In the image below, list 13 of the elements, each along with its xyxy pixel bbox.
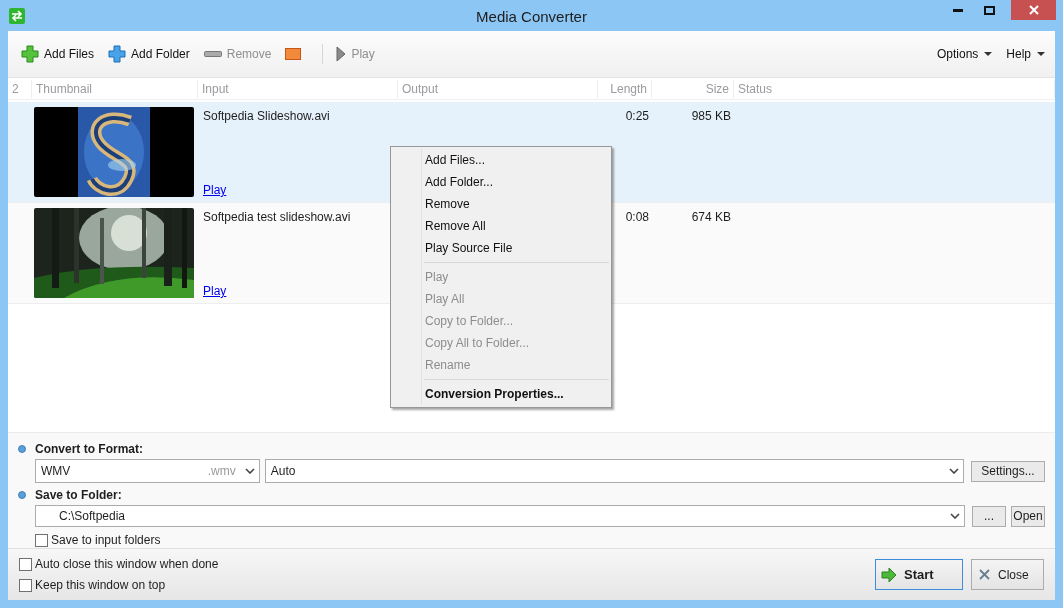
size-cell-text: 985 KB [691, 108, 731, 125]
checkbox-label: Save to input folders [51, 532, 161, 549]
size-cell-text: 674 KB [691, 209, 731, 226]
section-label: Convert to Format: [35, 441, 143, 458]
file-name: Softpedia Slideshow.avi [203, 108, 330, 125]
checkbox-label: Auto close this window when done [35, 556, 219, 573]
length-cell-text: 0:25 [625, 108, 649, 125]
window-title: Media Converter [476, 8, 587, 25]
row-count: 2 [8, 79, 32, 98]
checkbox-label: Keep this window on top [35, 577, 166, 594]
file-name: Softpedia test slideshow.avi [203, 209, 351, 226]
length-cell-text: 0:08 [625, 209, 649, 226]
section-label: Save to Folder: [35, 487, 122, 504]
